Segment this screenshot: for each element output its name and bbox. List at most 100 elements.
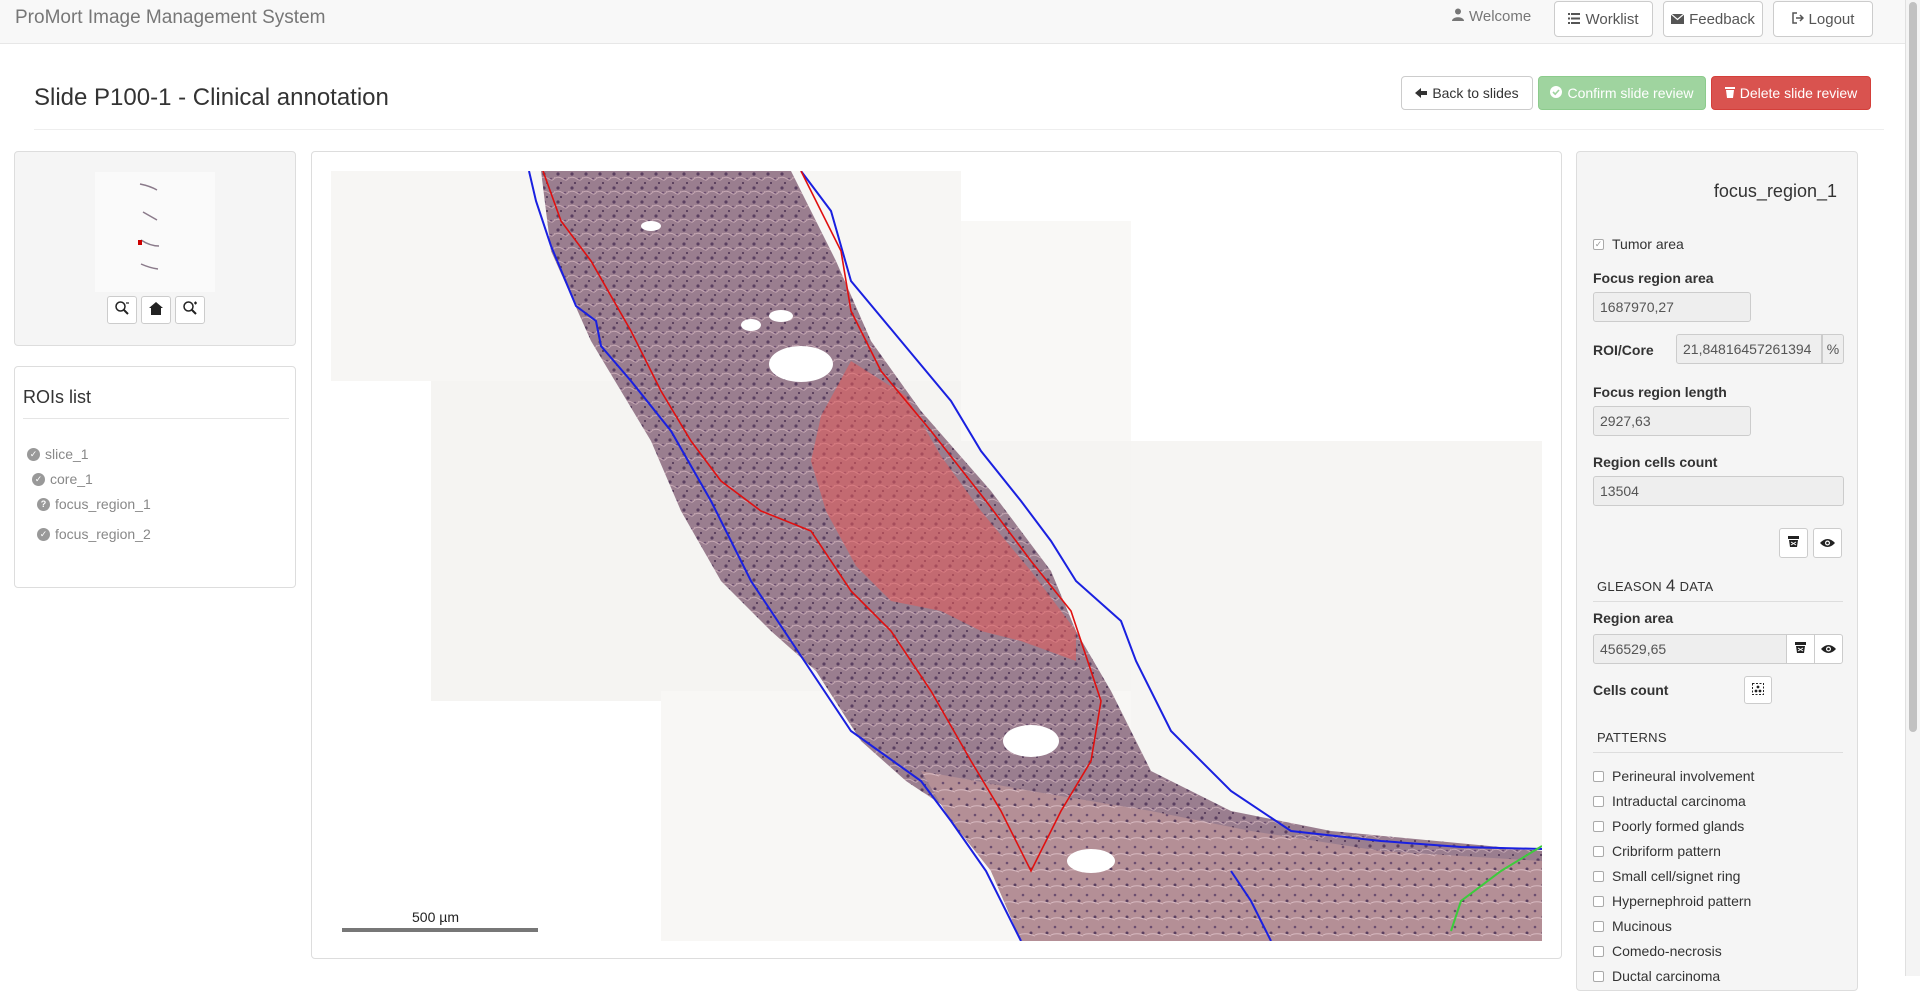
roi-item-focus-region-1[interactable]: ? focus_region_1 <box>37 496 151 512</box>
welcome-label: Welcome <box>1469 8 1532 25</box>
pattern-label: Mucinous <box>1612 918 1672 934</box>
checkbox[interactable] <box>1593 920 1604 932</box>
patterns-divider <box>1593 752 1843 753</box>
zoom-out-icon <box>114 300 130 320</box>
focus-region-title: focus_region_1 <box>1713 181 1837 201</box>
app-brand[interactable]: ProMort Image Management System <box>15 7 325 29</box>
welcome-user[interactable]: Welcome <box>1452 8 1531 25</box>
roi-core-field[interactable]: 21,84816457261394 <box>1676 334 1822 364</box>
clear-region-button[interactable] <box>1786 634 1815 664</box>
percent-addon: % <box>1822 334 1844 364</box>
zoom-in-icon <box>182 300 198 320</box>
cells-count-icon <box>1752 682 1764 699</box>
checkbox-checked[interactable]: ✓ <box>1593 238 1604 250</box>
clear-cells-button[interactable] <box>1779 528 1808 558</box>
region-area-label: Region area <box>1593 610 1674 626</box>
pattern-checkbox-row[interactable]: Ductal carcinoma <box>1593 968 1720 984</box>
pattern-label: Comedo-necrosis <box>1612 943 1722 959</box>
pattern-label: Ductal carcinoma <box>1612 968 1721 984</box>
pattern-label: Perineural involvement <box>1612 768 1755 784</box>
checkbox[interactable] <box>1593 895 1604 907</box>
pattern-checkbox-row[interactable]: Perineural involvement <box>1593 768 1754 784</box>
question-circle-icon: ? <box>37 497 50 511</box>
logout-icon <box>1791 11 1804 28</box>
checkbox[interactable] <box>1593 770 1604 782</box>
eye-icon <box>1821 641 1836 658</box>
zoom-out-button[interactable] <box>107 296 137 324</box>
home-view-button[interactable] <box>141 296 171 324</box>
tissue-image[interactable] <box>331 171 1542 941</box>
roi-list-divider <box>23 418 289 419</box>
checkbox[interactable] <box>1593 845 1604 857</box>
logout-button[interactable]: Logout <box>1773 1 1873 37</box>
eye-icon <box>1820 535 1835 552</box>
checkbox[interactable] <box>1593 970 1604 982</box>
delete-slide-review-button[interactable]: Delete slide review <box>1711 76 1871 110</box>
check-circle-icon: ✓ <box>27 447 40 461</box>
pattern-label: Hypernephroid pattern <box>1612 893 1752 909</box>
count-cells-button[interactable] <box>1744 676 1772 704</box>
focus-region-details-panel: focus_region_1 ✓ Tumor area Focus region… <box>1576 151 1858 991</box>
show-region-button[interactable] <box>1814 634 1843 664</box>
focus-region-length-label: Focus region length <box>1593 384 1727 400</box>
patterns-heading: PATTERNS <box>1597 730 1667 745</box>
page-scrollbar[interactable] <box>1905 0 1920 976</box>
pattern-label: Poorly formed glands <box>1612 818 1745 834</box>
scale-bar <box>342 928 538 932</box>
focus-region-area-field[interactable]: 1687970,27 <box>1593 292 1751 322</box>
pattern-label: Small cell/signet ring <box>1612 868 1741 884</box>
worklist-button[interactable]: Worklist <box>1554 1 1653 37</box>
scale-bar-label: 500 µm <box>412 909 459 925</box>
tumor-area-label: Tumor area <box>1612 236 1684 252</box>
gleason-grade: 4 <box>1665 576 1676 595</box>
region-area-field[interactable]: 456529,65 <box>1593 634 1787 664</box>
show-cells-button[interactable] <box>1813 528 1842 558</box>
eraser-icon <box>1794 641 1807 658</box>
worklist-label: Worklist <box>1585 10 1639 28</box>
back-arrow-icon <box>1415 85 1428 101</box>
pattern-label: Cribriform pattern <box>1612 843 1721 859</box>
region-cells-count-field[interactable]: 13504 <box>1593 476 1844 506</box>
roi-item-label: focus_region_1 <box>55 496 151 512</box>
slide-thumbnail[interactable] <box>95 172 215 292</box>
focus-region-length-field[interactable]: 2927,63 <box>1593 406 1751 436</box>
scrollbar-thumb[interactable] <box>1909 2 1917 732</box>
roi-item-label: core_1 <box>50 471 93 487</box>
checkbox[interactable] <box>1593 870 1604 882</box>
roi-item-focus-region-2[interactable]: ✓ focus_region_2 <box>37 526 151 542</box>
gleason-heading-suffix: DATA <box>1679 579 1714 594</box>
back-label: Back to slides <box>1432 85 1519 101</box>
gleason-heading-prefix: GLEASON <box>1597 579 1662 594</box>
pattern-checkbox-row[interactable]: Hypernephroid pattern <box>1593 893 1751 909</box>
navigator-panel <box>14 151 296 346</box>
header-divider <box>34 129 1884 130</box>
eraser-icon <box>1787 535 1800 552</box>
pattern-label: Intraductal carcinoma <box>1612 793 1746 809</box>
gleason-data-heading: GLEASON 4 DATA <box>1597 576 1714 596</box>
checkbox[interactable] <box>1593 820 1604 832</box>
page-title: Slide P100-1 - Clinical annotation <box>34 84 389 111</box>
roi-item-core[interactable]: ✓ core_1 <box>32 471 93 487</box>
checkbox[interactable] <box>1593 795 1604 807</box>
user-icon <box>1452 8 1464 25</box>
confirm-slide-review-button[interactable]: Confirm slide review <box>1538 76 1706 110</box>
focus-region-area-label: Focus region area <box>1593 270 1714 286</box>
pattern-checkbox-row[interactable]: Cribriform pattern <box>1593 843 1721 859</box>
roi-item-slice[interactable]: ✓ slice_1 <box>27 446 89 462</box>
roi-item-label: slice_1 <box>45 446 89 462</box>
pattern-checkbox-row[interactable]: Intraductal carcinoma <box>1593 793 1746 809</box>
back-to-slides-button[interactable]: Back to slides <box>1401 76 1533 110</box>
roi-list-title: ROIs list <box>23 387 92 407</box>
tumor-area-checkbox[interactable]: ✓ Tumor area <box>1593 236 1684 252</box>
pattern-checkbox-row[interactable]: Poorly formed glands <box>1593 818 1744 834</box>
pattern-checkbox-row[interactable]: Small cell/signet ring <box>1593 868 1740 884</box>
checkbox[interactable] <box>1593 945 1604 957</box>
pattern-checkbox-row[interactable]: Comedo-necrosis <box>1593 943 1722 959</box>
slide-viewer[interactable]: 500 µm <box>311 151 1562 959</box>
zoom-in-button[interactable] <box>175 296 205 324</box>
gleason-divider <box>1593 601 1843 602</box>
pattern-checkbox-row[interactable]: Mucinous <box>1593 918 1672 934</box>
feedback-label: Feedback <box>1689 10 1755 28</box>
feedback-button[interactable]: Feedback <box>1663 1 1763 37</box>
check-circle-icon: ✓ <box>37 527 50 541</box>
